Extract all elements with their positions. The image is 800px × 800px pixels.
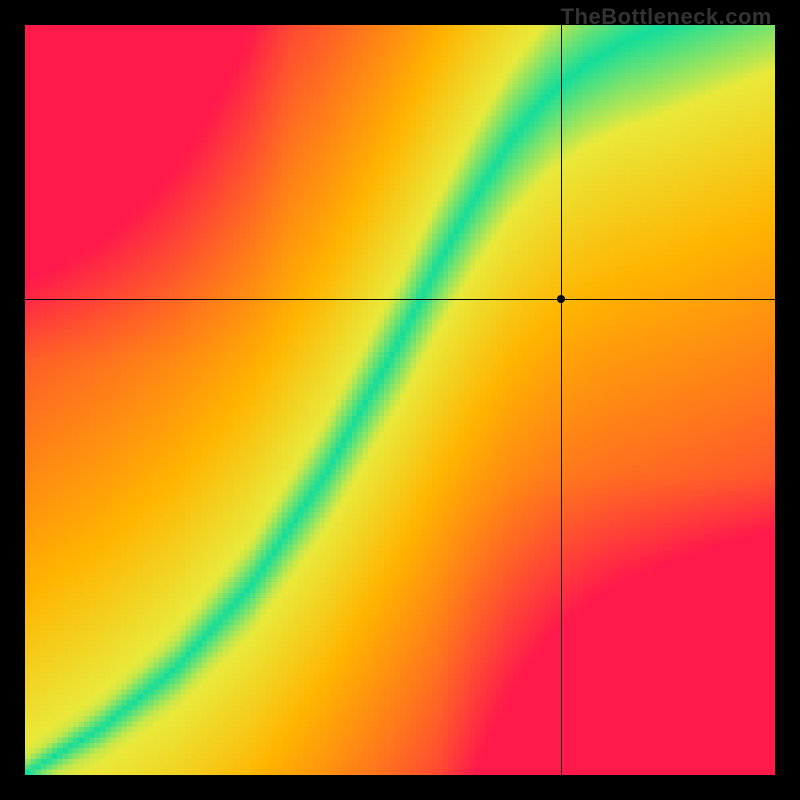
marker-dot [557,295,565,303]
plot-area [25,25,775,775]
heatmap-canvas [25,25,775,775]
crosshair-horizontal [25,299,775,300]
crosshair-vertical [561,25,562,775]
chart-container: TheBottleneck.com [0,0,800,800]
